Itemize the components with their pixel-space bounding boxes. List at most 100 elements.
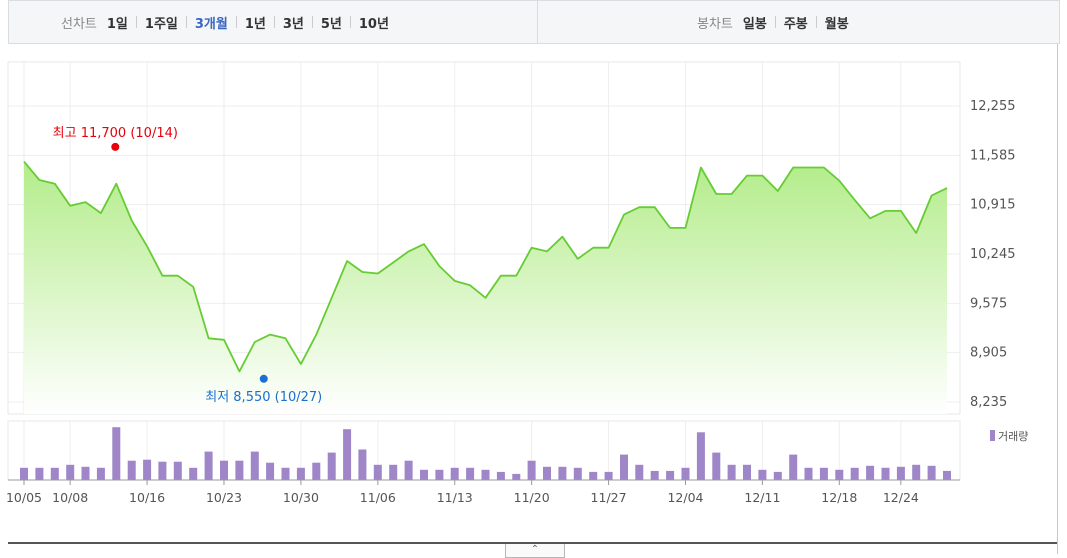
period-10-year[interactable]: 10년	[359, 13, 389, 32]
volume-bar	[343, 429, 352, 480]
volume-bar	[389, 464, 398, 480]
volume-bar	[527, 460, 536, 480]
volume-bar	[358, 449, 367, 480]
low-label: 최저 8,550 (10/27)	[205, 390, 322, 405]
volume-bar	[112, 427, 121, 480]
volume-bar	[620, 454, 628, 480]
volume-bar	[327, 452, 336, 480]
volume-bar	[173, 461, 182, 480]
y-tick-label: 11,585	[970, 148, 1016, 163]
x-tick-label: 11/06	[360, 490, 396, 505]
volume-bar	[296, 467, 305, 480]
volume-bar	[912, 464, 921, 480]
volume-bar	[204, 451, 213, 480]
volume-bar	[881, 467, 890, 480]
volume-bar	[281, 467, 290, 480]
volume-bar	[404, 460, 413, 480]
period-5-year[interactable]: 5년	[321, 13, 342, 32]
volume-bar	[896, 466, 905, 480]
volume-bar	[20, 467, 28, 480]
volume-bar	[712, 452, 721, 480]
x-tick-label: 11/20	[514, 490, 550, 505]
candle-chart-group: 봉차트 일봉 주봉 월봉	[697, 1, 849, 43]
volume-bar	[635, 464, 644, 480]
volume-bar	[220, 460, 228, 480]
price-chart: 12,25511,58510,91510,2459,5758,9058,235 …	[6, 61, 1028, 505]
period-1-week[interactable]: 1주일	[145, 13, 178, 32]
high-marker	[111, 142, 120, 151]
chart-right-border	[1057, 44, 1058, 554]
period-1-year[interactable]: 1년	[245, 13, 266, 32]
price-area-layer	[23, 161, 948, 414]
low-marker	[259, 374, 268, 383]
volume-bar	[266, 462, 275, 480]
x-axis-ticks: 10/05 10/08 10/16 10/23 10/30 11/06 11/13 11/20…	[6, 480, 919, 505]
line-chart-period-group: 선차트 1일 1주일 3개월 1년 3년 5년 10년	[61, 1, 389, 43]
separator	[774, 16, 776, 28]
volume-bar	[373, 464, 382, 480]
y-tick-label: 10,245	[970, 247, 1016, 262]
volume-bar	[481, 469, 490, 480]
x-tick-label: 12/18	[821, 490, 857, 505]
volume-bar	[696, 432, 705, 480]
candle-weekly[interactable]: 주봉	[784, 13, 808, 32]
volume-bar	[127, 460, 136, 480]
separator	[273, 16, 275, 28]
volume-bar	[66, 464, 75, 480]
volume-bar	[681, 467, 690, 480]
line-chart-label: 선차트	[61, 16, 97, 32]
period-3-month[interactable]: 3개월	[195, 13, 228, 32]
volume-bar	[50, 467, 59, 480]
candle-daily[interactable]: 일봉	[743, 13, 767, 32]
volume-bar	[158, 461, 167, 480]
y-tick-label: 12,255	[970, 99, 1016, 114]
y-tick-label: 9,575	[970, 296, 1007, 311]
volume-bar	[81, 466, 90, 480]
volume-bar	[758, 469, 767, 480]
y-tick-label: 8,235	[970, 395, 1007, 410]
volume-bar	[727, 464, 736, 480]
volume-bar	[558, 466, 567, 480]
candle-chart-label: 봉차트	[697, 16, 733, 32]
volume-bar	[496, 471, 505, 480]
volume-bar	[927, 465, 936, 480]
volume-bar	[235, 460, 244, 480]
volume-legend-label: 거래량	[998, 430, 1028, 443]
high-label: 최고 11,700 (10/14)	[53, 126, 178, 141]
volume-bar	[96, 467, 105, 480]
separator	[815, 16, 817, 28]
volume-bar	[804, 467, 813, 480]
volume-bar	[789, 454, 798, 480]
volume-bar	[743, 464, 751, 480]
toolbar-divider	[537, 1, 538, 43]
volume-bar	[543, 466, 551, 480]
y-axis-ticks: 12,255 11,585 10,915 10,245 9,575 8,905 8,235	[970, 99, 1016, 410]
x-tick-label: 10/23	[206, 490, 242, 505]
volume-bar	[773, 471, 782, 480]
volume-bar	[573, 467, 582, 480]
volume-bar	[589, 471, 598, 480]
period-1-day[interactable]: 1일	[107, 13, 128, 32]
volume-bar	[435, 469, 444, 480]
separator	[349, 16, 351, 28]
volume-bar	[866, 465, 875, 480]
volume-bar	[604, 471, 613, 480]
collapse-button[interactable]: ⌃	[505, 544, 565, 558]
x-tick-label: 12/24	[883, 490, 919, 505]
x-tick-label: 10/05	[6, 490, 42, 505]
candle-monthly[interactable]: 월봉	[825, 13, 849, 32]
x-tick-label: 12/04	[667, 490, 703, 505]
x-tick-label: 12/11	[744, 490, 780, 505]
x-tick-label: 10/08	[52, 490, 88, 505]
period-3-year[interactable]: 3년	[283, 13, 304, 32]
volume-bars	[8, 427, 960, 481]
separator	[235, 16, 237, 28]
chevron-up-icon: ⌃	[530, 544, 540, 555]
x-tick-label: 10/16	[129, 490, 165, 505]
volume-bar	[835, 469, 844, 480]
volume-bar	[189, 467, 198, 480]
volume-bar	[143, 459, 152, 480]
x-tick-label: 10/30	[283, 490, 319, 505]
volume-bar	[512, 473, 521, 480]
y-tick-label: 8,905	[970, 346, 1007, 361]
